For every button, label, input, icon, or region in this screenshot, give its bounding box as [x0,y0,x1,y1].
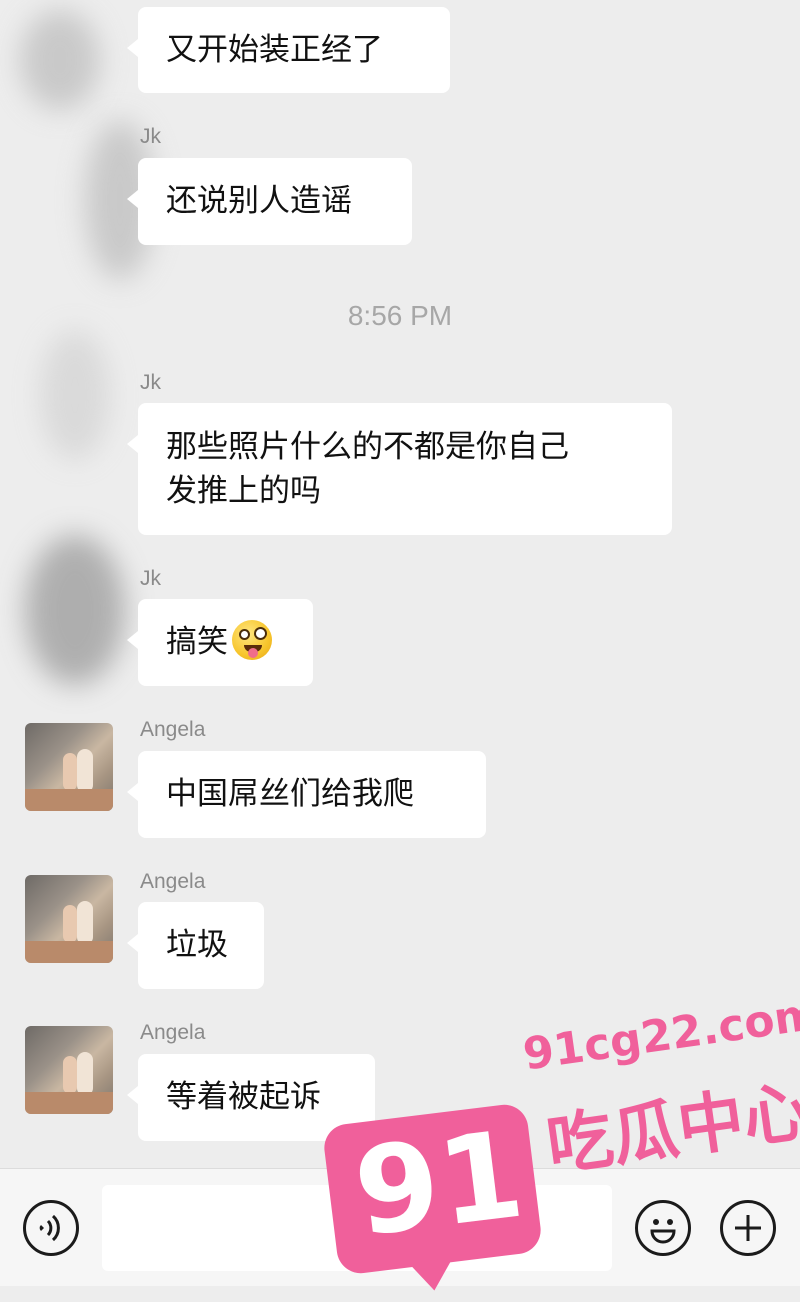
message-text: 搞笑 [166,624,228,660]
message-text: 中国屌丝们给我爬 [166,776,414,812]
message-bubble[interactable]: 又开始装正经了 [127,7,450,93]
sender-name: Angela [140,1021,206,1044]
smile-icon [650,1219,676,1244]
redacted-avatar [40,330,110,460]
more-button[interactable] [720,1200,776,1256]
message-text-line: 那些照片什么的不都是你自己 [166,429,569,465]
sender-name: Angela [140,718,206,741]
avatar[interactable] [25,875,113,963]
voice-button[interactable] [23,1200,79,1256]
input-bar [0,1168,800,1286]
message-input[interactable] [102,1185,612,1271]
sender-name: Jk [140,567,161,590]
redacted-avatar [25,535,125,685]
message-bubble[interactable]: 中国屌丝们给我爬 [127,751,486,838]
sender-name: Angela [140,870,206,893]
plus-icon [735,1215,761,1241]
emoji-button[interactable] [635,1200,691,1256]
message-text-line: 发推上的吗 [166,473,321,509]
sender-name: Jk [140,371,161,394]
avatar[interactable] [25,723,113,811]
avatar[interactable] [25,1026,113,1114]
timestamp: 8:56 PM [347,300,453,331]
message-bubble[interactable]: 那些照片什么的不都是你自己 发推上的吗 [127,403,672,535]
message-bubble[interactable]: 垃圾 [127,902,264,989]
zany-face-emoji [232,620,272,660]
message-text: 等着被起诉 [166,1079,321,1115]
message-text: 垃圾 [166,927,228,963]
chat-area[interactable]: 又开始装正经了 Jk 还说别人造谣 8:56 PM Jk 那些照片什么的不都是你… [0,0,800,1168]
redacted-avatar [20,10,100,110]
message-text: 又开始装正经了 [166,32,383,68]
voice-icon [39,1214,60,1242]
message-bubble[interactable]: 搞笑 [127,599,313,686]
message-bubble[interactable]: 等着被起诉 [127,1054,375,1141]
sender-name: Jk [140,125,161,148]
message-text: 还说别人造谣 [166,183,352,219]
message-bubble[interactable]: 还说别人造谣 [127,158,412,245]
